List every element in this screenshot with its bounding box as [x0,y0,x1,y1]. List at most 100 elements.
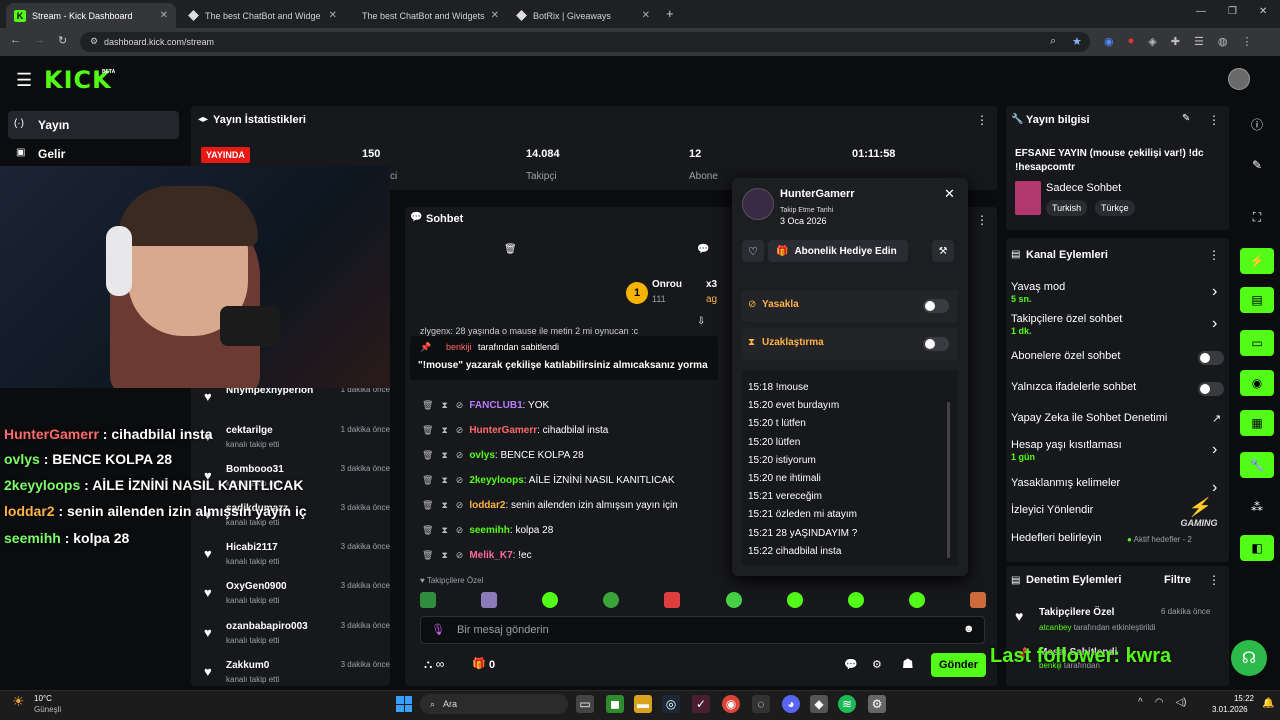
send-button[interactable]: Gönder [931,653,986,677]
follower-name[interactable]: Hicabi2117 [226,542,278,553]
close-tab-icon[interactable]: ✕ [642,10,650,21]
forward-icon[interactable]: → [34,34,45,46]
tab-chatbot-2[interactable]: The best ChatBot and Widgets ✕ [348,3,506,28]
extensions-area[interactable]: ◉ ● ◈ ✚ ☰ ◍ ⋮ [1104,35,1252,48]
ban-icon[interactable]: ⊘ [456,450,464,461]
follower-name[interactable]: Zakkum0 [226,660,269,671]
ban-row[interactable]: ⊘ Yasakla [742,290,958,322]
gift-icon[interactable]: 🎁 [472,657,486,670]
ban-toggle[interactable] [923,299,949,313]
reload-icon[interactable]: ↻ [58,34,67,47]
chat-bubble-icon[interactable]: 💬 [697,244,709,255]
hourglass-icon[interactable]: ⧗ [441,400,447,411]
trash-icon[interactable]: 🗑 [422,425,433,436]
stats-menu-icon[interactable]: ⋮ [976,113,988,127]
windows-start-icon[interactable] [396,696,412,712]
pencil-icon[interactable]: ✎ [1240,152,1274,178]
chat-menu-icon[interactable]: ⋮ [976,213,988,227]
external-link-icon[interactable]: ↗ [1212,412,1221,425]
stream-info-menu-icon[interactable]: ⋮ [1208,113,1220,127]
users-icon[interactable]: ⛬ ∞ [424,657,444,672]
timeout-toggle[interactable] [923,337,949,351]
channel-action-label[interactable]: Yalnızca ifadelerle sohbet [1011,381,1136,393]
tab-giveaways[interactable]: BotRix | Giveaways ✕ [508,3,658,28]
channel-action-label[interactable]: Hesap yaşı kısıtlaması [1011,439,1122,451]
toggle-switch[interactable] [1198,382,1224,396]
broadcast-rail-icon[interactable]: ◉ [1240,370,1274,396]
ban-icon[interactable]: ⊘ [456,475,464,486]
weather-icon[interactable]: ☀ [12,693,25,710]
mod-tools-button[interactable]: ⚒ [932,240,954,262]
pinned-message[interactable]: 📌 benkiji tarafından sabitlendi "!mouse"… [410,336,718,380]
discord-icon[interactable]: ◕ [782,695,800,713]
sidebar-item-gelir[interactable]: ▣ Gelir [8,142,179,166]
ban-icon[interactable]: ⊘ [456,400,464,411]
new-tab-button[interactable]: + [666,6,674,21]
chat-username[interactable]: seemihh [469,525,510,536]
follower-name[interactable]: OxyGen0900 [226,581,287,592]
chevron-right-icon[interactable]: › [1212,283,1217,301]
gift-sub-button[interactable]: 🎁 Abonelik Hediye Edin [768,240,908,262]
follow-heart-button[interactable]: ♡ [742,240,764,262]
trash-icon[interactable]: 🗑 [422,450,433,461]
close-tab-icon[interactable]: ✕ [160,10,168,21]
category-name[interactable]: Sadece Sohbet [1046,182,1121,194]
tab-kick-dashboard[interactable]: K Stream - Kick Dashboard ✕ [6,3,176,28]
minecraft-icon[interactable]: ◼ [606,695,624,713]
hourglass-icon[interactable]: ⧗ [441,525,447,536]
chat-bubble-small-icon[interactable]: 💬 [844,658,858,671]
chat-input[interactable]: 🎙 Bir mesaj gönderin ☻ [420,616,985,644]
follower-name[interactable]: Bombooo31 [226,464,284,475]
trash-icon[interactable]: 🗑 [422,475,433,486]
emote-bar[interactable] [420,592,986,610]
hourglass-icon[interactable]: ⧗ [441,550,447,561]
tag-turkish[interactable]: Turkish [1046,200,1088,216]
close-tab-icon[interactable]: ✕ [329,10,337,21]
layout-icon[interactable]: ▦ [1240,410,1274,436]
zoom-icon[interactable]: ⌕ [1050,35,1056,48]
app-icon[interactable]: ◧ [1240,535,1274,561]
channel-action-label[interactable]: Yasaklanmış kelimeler [1011,477,1120,489]
channel-action-label[interactable]: Yavaş mod [1011,281,1065,293]
chat-username[interactable]: FANCLUB1 [469,400,522,411]
mod-actions-menu-icon[interactable]: ⋮ [1208,573,1220,587]
dots-icon[interactable]: ⁂ [1240,494,1274,520]
folder-icon[interactable]: ▬ [634,695,652,713]
expand-icon[interactable]: ⛶ [1240,204,1274,230]
hourglass-icon[interactable]: ⧗ [441,425,447,436]
chat-username[interactable]: HunterGamerr [469,425,537,436]
chat-username[interactable]: loddar2 [469,500,505,511]
notification-icon[interactable]: 🔔 [1262,698,1274,709]
ban-icon[interactable]: ⊘ [456,550,464,561]
chat-username[interactable]: Melik_K7 [469,550,512,561]
close-tab-icon[interactable]: ✕ [491,10,499,21]
steam-icon[interactable]: ◎ [662,695,680,713]
hourglass-icon[interactable]: ⧗ [441,450,447,461]
mic-icon[interactable]: 🎙 [431,623,445,636]
timeout-row[interactable]: ⧗ Uzaklaştırma [742,328,958,360]
filter-button[interactable]: Filtre [1164,574,1191,586]
trash-icon[interactable]: 🗑 [422,400,433,411]
channel-action-label[interactable]: Takipçilere özel sohbet [1011,313,1122,325]
hamburger-menu-icon[interactable]: ☰ [16,70,32,91]
bot-icon[interactable]: ☗ [902,656,914,672]
channel-actions-menu-icon[interactable]: ⋮ [1208,248,1220,262]
bookmark-star-icon[interactable]: ★ [1072,35,1082,48]
address-bar[interactable]: dashboard.kick.com/stream [80,32,1090,52]
trash-icon[interactable]: 🗑 [422,525,433,536]
chevron-right-icon[interactable]: › [1212,441,1217,459]
tools-icon[interactable]: 🔧 [1240,452,1274,478]
window-controls[interactable]: — ❐ ✕ [1196,6,1267,17]
hourglass-icon[interactable]: ⧗ [441,500,447,511]
hourglass-icon[interactable]: ⧗ [441,475,447,486]
chevron-right-icon[interactable]: › [1212,315,1217,333]
trash-icon[interactable]: 🗑 [422,550,433,561]
ban-icon[interactable]: ⊘ [456,425,464,436]
settings-icon[interactable]: ⚙ [872,658,882,671]
app-taskbar-icon[interactable]: ✓ [692,695,710,713]
bolt-icon[interactable]: ⚡ [1240,248,1274,274]
app-taskbar-icon[interactable]: ◆ [810,695,828,713]
trash-icon[interactable]: 🗑 [504,244,517,255]
channel-action-label[interactable]: Yapay Zeka ile Sohbet Denetimi [1011,412,1167,424]
popup-close-icon[interactable]: ✕ [944,186,955,202]
